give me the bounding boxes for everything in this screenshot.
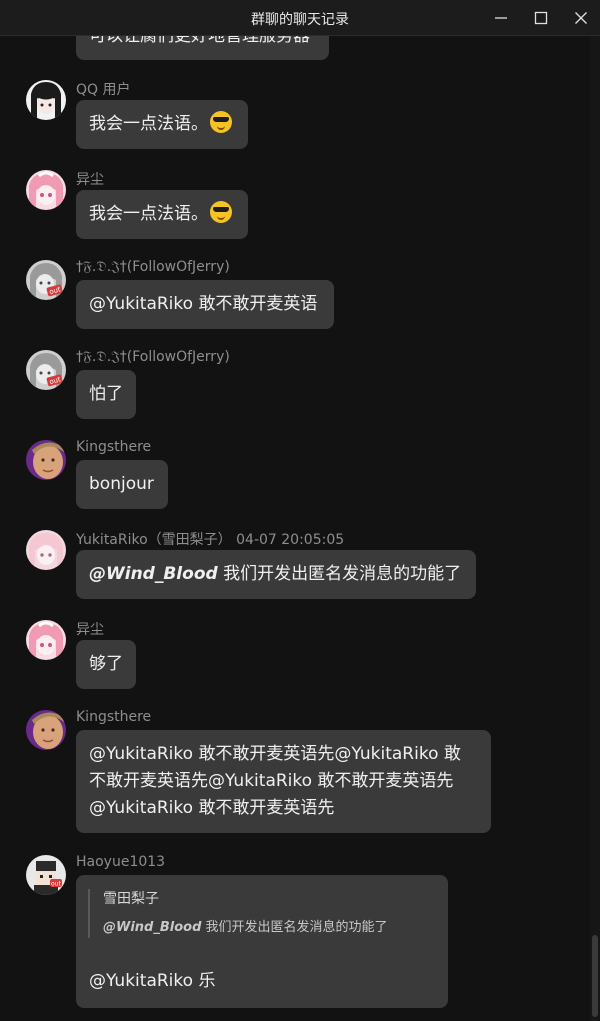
message-bubble[interactable]: @Wind_Blood 我们开发出匿名发消息的功能了 bbox=[76, 550, 476, 599]
message-text-line: @YukitaRiko 敢不敢开麦英语先@YukitaRiko 敢 bbox=[89, 744, 461, 764]
quoted-text: @Wind_Blood 我们开发出匿名发消息的功能了 bbox=[103, 918, 388, 938]
sender-name: †𝔉.𝔇.𝔍†(FollowOfJerry) bbox=[76, 259, 230, 275]
smiling-face-with-sunglasses-icon bbox=[210, 201, 232, 223]
scrollbar-track[interactable] bbox=[590, 36, 600, 1021]
quoted-sender: 雪田梨子 bbox=[103, 891, 159, 907]
avatar[interactable]: out bbox=[26, 260, 66, 300]
message-text: 怕了 bbox=[89, 384, 123, 404]
message-text: 可以让腐们更好地管理服务器 bbox=[89, 36, 310, 46]
quoted-mention: @Wind_Blood bbox=[103, 920, 202, 935]
mention-link[interactable]: @Wind_Blood bbox=[89, 564, 218, 584]
message-text: 我会一点法语。 bbox=[89, 114, 208, 134]
message-text-line: 不敢开麦英语先@YukitaRiko 敢不敢开麦英语先 bbox=[89, 771, 454, 791]
sender-name: Haoyue1013 bbox=[76, 854, 166, 870]
message-bubble[interactable]: 可以让腐们更好地管理服务器 bbox=[76, 36, 329, 60]
sender-name: YukitaRiko（雪田梨子） 04-07 20:05:05 bbox=[76, 532, 345, 548]
message-bubble[interactable]: 怕了 bbox=[76, 370, 136, 419]
avatar[interactable] bbox=[26, 440, 66, 480]
message-bubble[interactable]: 我会一点法语。 bbox=[76, 190, 248, 239]
sender-name: 异尘 bbox=[76, 622, 104, 638]
minimize-button[interactable] bbox=[479, 0, 523, 36]
chat-history[interactable]: 可以让腐们更好地管理服务器 QQ 用户 我会一点法语。 异尘 我会一点法语。 o… bbox=[0, 36, 590, 1021]
avatar[interactable]: out bbox=[26, 855, 66, 895]
message-bubble[interactable]: 雪田梨子 @Wind_Blood 我们开发出匿名发消息的功能了 @YukitaR… bbox=[76, 875, 448, 1008]
avatar[interactable] bbox=[26, 80, 66, 120]
avatar[interactable] bbox=[26, 620, 66, 660]
message-bubble[interactable]: @YukitaRiko 敢不敢开麦英语先@YukitaRiko 敢 不敢开麦英语… bbox=[76, 730, 491, 833]
close-button[interactable] bbox=[559, 0, 600, 36]
message-text: 够了 bbox=[89, 654, 123, 674]
sender-name: Kingsthere bbox=[76, 709, 152, 725]
svg-text:out: out bbox=[51, 881, 61, 888]
scrollbar-thumb[interactable] bbox=[592, 935, 598, 1017]
avatar[interactable] bbox=[26, 710, 66, 750]
message-bubble[interactable]: @YukitaRiko 敢不敢开麦英语 bbox=[76, 280, 334, 329]
sender-name: Kingsthere bbox=[76, 439, 152, 455]
sender-name: QQ 用户 bbox=[76, 82, 131, 98]
sender-name: †𝔉.𝔇.𝔍†(FollowOfJerry) bbox=[76, 349, 230, 365]
message-text-line: @YukitaRiko 敢不敢开麦英语先 bbox=[89, 798, 335, 818]
quoted-text-body: 我们开发出匿名发消息的功能了 bbox=[201, 920, 388, 935]
quoted-message[interactable]: 雪田梨子 @Wind_Blood 我们开发出匿名发消息的功能了 bbox=[88, 889, 388, 938]
avatar[interactable]: out bbox=[26, 350, 66, 390]
title-bar: 群聊的聊天记录 bbox=[0, 0, 600, 36]
message-text: bonjour bbox=[89, 474, 154, 494]
message-bubble[interactable]: bonjour bbox=[76, 460, 168, 509]
close-icon bbox=[575, 12, 587, 24]
message-bubble[interactable]: 我会一点法语。 bbox=[76, 100, 248, 149]
avatar[interactable] bbox=[26, 170, 66, 210]
message-bubble[interactable]: 够了 bbox=[76, 640, 136, 689]
minimize-icon bbox=[495, 17, 507, 19]
message-text: @YukitaRiko 乐 bbox=[89, 971, 216, 991]
message-text: 我们开发出匿名发消息的功能了 bbox=[217, 564, 462, 584]
avatar[interactable] bbox=[26, 530, 66, 570]
maximize-icon bbox=[534, 11, 548, 25]
smiling-face-with-sunglasses-icon bbox=[210, 111, 232, 133]
sender-name: 异尘 bbox=[76, 172, 104, 188]
maximize-button[interactable] bbox=[519, 0, 563, 36]
message-text: @YukitaRiko 敢不敢开麦英语 bbox=[89, 294, 318, 314]
message-text: 我会一点法语。 bbox=[89, 204, 208, 224]
